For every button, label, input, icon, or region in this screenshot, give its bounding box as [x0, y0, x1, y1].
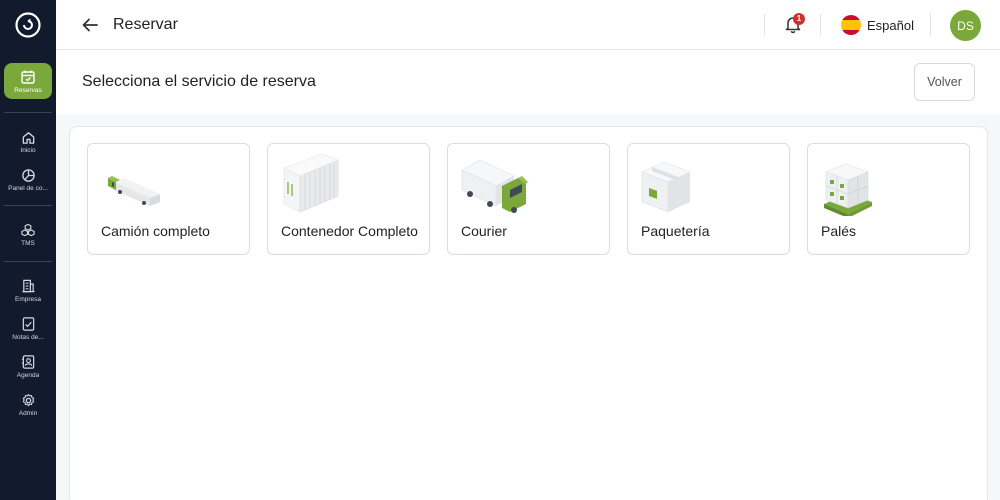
- pie-chart-icon: [21, 169, 35, 182]
- sidebar-item-label: Notas de...: [12, 334, 44, 341]
- gear-icon: [22, 393, 34, 407]
- page-header: Selecciona el servicio de reserva Volver: [56, 50, 1000, 114]
- pallet-icon: [824, 163, 872, 216]
- sidebar-divider: [4, 261, 52, 262]
- service-card-label: Courier: [461, 223, 507, 239]
- sidebar-item-label: Agenda: [16, 372, 40, 379]
- app-logo-icon[interactable]: [15, 12, 41, 38]
- language-selector[interactable]: Español: [841, 14, 914, 36]
- volver-button[interactable]: Volver: [914, 63, 975, 101]
- spain-flag-icon: [841, 15, 861, 35]
- building-icon: [21, 279, 35, 293]
- service-card-camion-completo[interactable]: Camión completo: [87, 143, 250, 255]
- courier-van-icon: [461, 159, 528, 213]
- sidebar-item-label: Empresa: [14, 296, 41, 303]
- sidebar-item-notas[interactable]: Notas de...: [0, 316, 56, 341]
- service-card-label: Contenedor Completo: [281, 223, 418, 239]
- topbar-separator: [820, 14, 821, 36]
- sidebar-item-label: Inicio: [20, 147, 36, 154]
- sidebar-item-tms[interactable]: TMS: [0, 223, 56, 247]
- truck-icon: [108, 176, 160, 206]
- sidebar-item-reservas[interactable]: Reservas: [4, 63, 52, 99]
- sidebar-item-agenda[interactable]: Agenda: [0, 354, 56, 379]
- sidebar-item-label: TMS: [21, 240, 35, 247]
- back-arrow-icon[interactable]: [80, 15, 100, 35]
- cubes-icon: [21, 223, 35, 237]
- sidebar-item-admin[interactable]: Admin: [0, 393, 56, 417]
- document-check-icon: [22, 317, 34, 331]
- service-card-courier[interactable]: Courier: [447, 143, 610, 255]
- topbar-separator: [764, 14, 765, 36]
- page-title: Selecciona el servicio de reserva: [82, 73, 316, 90]
- service-card-label: Paquetería: [641, 223, 710, 239]
- container-icon: [283, 154, 339, 213]
- calendar-icon: [21, 70, 35, 84]
- language-label: Español: [867, 17, 914, 33]
- sidebar-item-label: Reservas: [14, 86, 42, 94]
- service-card-contenedor-completo[interactable]: Contenedor Completo: [267, 143, 430, 255]
- sidebar-divider: [4, 112, 52, 113]
- sidebar-item-empresa[interactable]: Empresa: [0, 278, 56, 303]
- sidebar-item-label: Panel de co...: [8, 185, 48, 192]
- service-card-label: Camión completo: [101, 223, 210, 239]
- sidebar: Reservas Inicio Panel de co... TMS Empre…: [0, 0, 56, 500]
- top-bar-title: Reservar: [113, 16, 178, 33]
- service-card-pales[interactable]: Palés: [807, 143, 970, 255]
- avatar[interactable]: DS: [950, 10, 981, 41]
- service-card-paqueteria[interactable]: Paquetería: [627, 143, 790, 255]
- notification-badge: 1: [793, 13, 805, 25]
- service-card-label: Palés: [821, 223, 857, 239]
- top-bar: Reservar 1 Español DS: [56, 0, 1000, 50]
- sidebar-divider: [4, 205, 52, 206]
- sidebar-item-label: Admin: [18, 410, 38, 417]
- sidebar-item-panel[interactable]: Panel de co...: [0, 168, 56, 192]
- home-icon: [22, 132, 34, 144]
- contacts-icon: [21, 355, 34, 369]
- sidebar-item-inicio[interactable]: Inicio: [0, 130, 56, 154]
- topbar-separator: [930, 14, 931, 36]
- package-icon: [641, 161, 691, 213]
